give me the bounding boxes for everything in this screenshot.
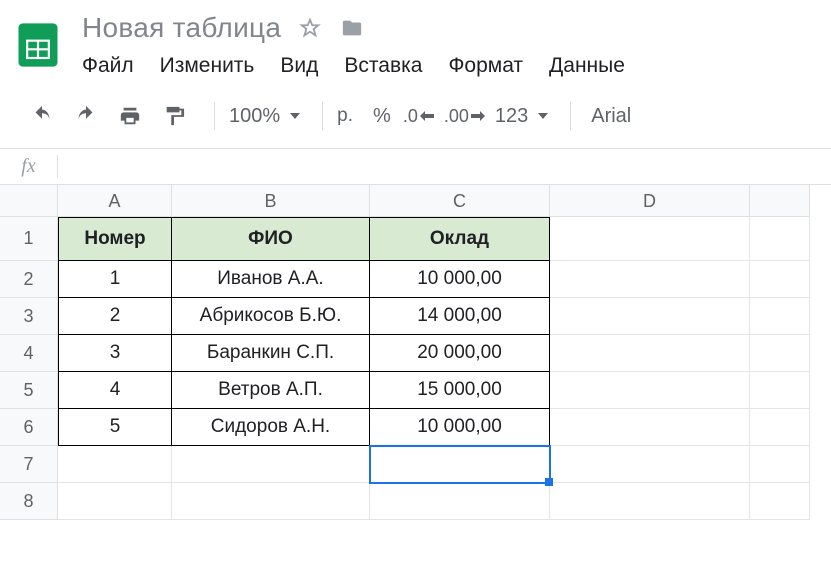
toolbar: 100% р. % .0 .00 123 Arial bbox=[0, 80, 831, 149]
zoom-dropdown[interactable]: 100% bbox=[229, 105, 300, 128]
row-header[interactable]: 4 bbox=[0, 335, 58, 372]
cell-A7[interactable] bbox=[58, 446, 172, 483]
cell-A5[interactable]: 4 bbox=[58, 372, 172, 409]
undo-button[interactable] bbox=[24, 98, 60, 134]
cell-C8[interactable] bbox=[370, 483, 550, 520]
font-dropdown[interactable]: Arial bbox=[591, 105, 631, 128]
star-icon[interactable] bbox=[299, 17, 321, 39]
doc-title[interactable]: Новая таблица bbox=[82, 12, 281, 44]
menu-insert[interactable]: Вставка bbox=[344, 54, 422, 78]
cell-D2[interactable] bbox=[550, 261, 750, 298]
cell-C5[interactable]: 15 000,00 bbox=[370, 372, 550, 409]
cell-C6[interactable]: 10 000,00 bbox=[370, 409, 550, 446]
fx-label: fx bbox=[0, 155, 58, 178]
decrease-decimal-button[interactable]: .0 bbox=[403, 98, 434, 134]
row-header[interactable]: 5 bbox=[0, 372, 58, 409]
zoom-value: 100% bbox=[229, 105, 280, 128]
cell-B1[interactable]: ФИО bbox=[172, 217, 370, 261]
cell[interactable] bbox=[750, 483, 810, 520]
cell[interactable] bbox=[750, 335, 810, 372]
cell-B4[interactable]: Баранкин С.П. bbox=[172, 335, 370, 372]
cell[interactable] bbox=[750, 446, 810, 483]
cell-D5[interactable] bbox=[550, 372, 750, 409]
cell-D4[interactable] bbox=[550, 335, 750, 372]
cell[interactable] bbox=[750, 298, 810, 335]
menu-file[interactable]: Файл bbox=[82, 54, 134, 78]
currency-button[interactable]: р. bbox=[337, 105, 353, 127]
cell-B3[interactable]: Абрикосов Б.Ю. bbox=[172, 298, 370, 335]
menu-edit[interactable]: Изменить bbox=[160, 54, 255, 78]
row-header[interactable]: 2 bbox=[0, 261, 58, 298]
row-header[interactable]: 6 bbox=[0, 409, 58, 446]
cell-D6[interactable] bbox=[550, 409, 750, 446]
row-header[interactable]: 8 bbox=[0, 483, 58, 520]
row-header[interactable]: 3 bbox=[0, 298, 58, 335]
cell-C1[interactable]: Оклад bbox=[370, 217, 550, 261]
cell-B5[interactable]: Ветров А.П. bbox=[172, 372, 370, 409]
select-all-corner[interactable] bbox=[0, 185, 58, 217]
sheets-logo bbox=[12, 10, 64, 80]
col-header[interactable]: C bbox=[370, 185, 550, 217]
col-header[interactable] bbox=[750, 185, 810, 217]
print-button[interactable] bbox=[112, 98, 148, 134]
folder-icon[interactable] bbox=[339, 17, 365, 39]
number-format-dropdown[interactable]: 123 bbox=[495, 105, 548, 128]
menu-data[interactable]: Данные bbox=[549, 54, 625, 78]
chevron-down-icon bbox=[538, 113, 548, 119]
cell-C7[interactable] bbox=[370, 446, 550, 483]
cell-C2[interactable]: 10 000,00 bbox=[370, 261, 550, 298]
cell-D7[interactable] bbox=[550, 446, 750, 483]
cell-A8[interactable] bbox=[58, 483, 172, 520]
row-header[interactable]: 7 bbox=[0, 446, 58, 483]
cell-A4[interactable]: 3 bbox=[58, 335, 172, 372]
cell-D3[interactable] bbox=[550, 298, 750, 335]
cell-D1[interactable] bbox=[550, 217, 750, 261]
cell[interactable] bbox=[750, 217, 810, 261]
increase-decimal-button[interactable]: .00 bbox=[444, 98, 485, 134]
cell[interactable] bbox=[750, 372, 810, 409]
menu-format[interactable]: Формат bbox=[448, 54, 523, 78]
paint-format-button[interactable] bbox=[156, 98, 192, 134]
formula-input[interactable] bbox=[58, 149, 831, 184]
cell-C4[interactable]: 20 000,00 bbox=[370, 335, 550, 372]
cell[interactable] bbox=[750, 261, 810, 298]
col-header[interactable]: D bbox=[550, 185, 750, 217]
cell-B2[interactable]: Иванов А.А. bbox=[172, 261, 370, 298]
cell-D8[interactable] bbox=[550, 483, 750, 520]
cell-A1[interactable]: Номер bbox=[58, 217, 172, 261]
cell-B6[interactable]: Сидоров А.Н. bbox=[172, 409, 370, 446]
cell-B7[interactable] bbox=[172, 446, 370, 483]
chevron-down-icon bbox=[290, 113, 300, 119]
row-header[interactable]: 1 bbox=[0, 217, 58, 261]
menu-bar: Файл Изменить Вид Вставка Формат Данные bbox=[82, 54, 831, 78]
cell-A3[interactable]: 2 bbox=[58, 298, 172, 335]
col-header[interactable]: B bbox=[172, 185, 370, 217]
cell-A6[interactable]: 5 bbox=[58, 409, 172, 446]
redo-button[interactable] bbox=[68, 98, 104, 134]
cell[interactable] bbox=[750, 409, 810, 446]
cell-A2[interactable]: 1 bbox=[58, 261, 172, 298]
cell-B8[interactable] bbox=[172, 483, 370, 520]
cell-C3[interactable]: 14 000,00 bbox=[370, 298, 550, 335]
col-header[interactable]: A bbox=[58, 185, 172, 217]
menu-view[interactable]: Вид bbox=[280, 54, 318, 78]
percent-button[interactable]: % bbox=[373, 105, 391, 128]
